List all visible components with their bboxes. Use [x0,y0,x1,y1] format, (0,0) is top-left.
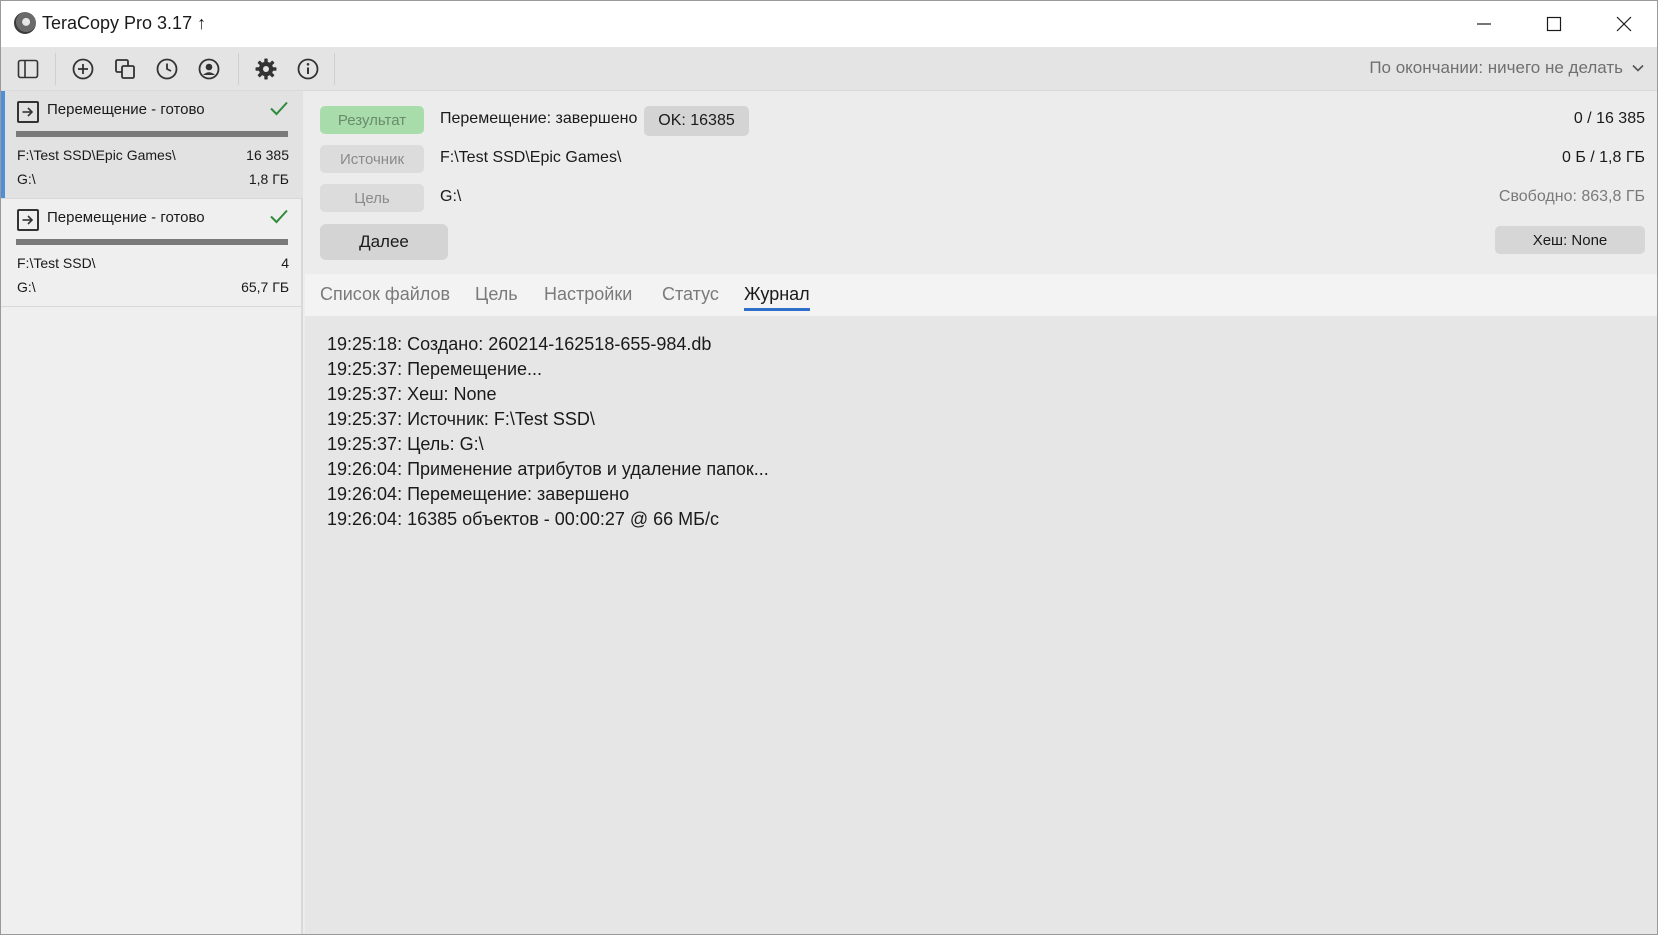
tab-target[interactable]: Цель [475,284,518,308]
job-summary: Результат Перемещение: завершено OK: 163… [305,91,1657,274]
close-button[interactable] [1589,1,1657,47]
target-path[interactable]: G:\ [440,188,461,206]
log-line: 19:25:37: Перемещение... [327,359,543,379]
log-line: 19:25:37: Цель: G:\ [327,434,484,454]
on-finish-label: По окончании: ничего не делать [1369,58,1623,77]
job-source: F:\Test SSD\ [17,255,96,271]
profile-icon [198,58,220,80]
job-target: G:\ [17,279,36,295]
job-source: F:\Test SSD\Epic Games\ [17,147,176,163]
history-icon [156,58,178,80]
toolbar: По окончании: ничего не делать [1,47,1657,91]
job-details: Результат Перемещение: завершено OK: 163… [305,91,1657,934]
source-label: Источник [320,145,424,173]
job-size: 65,7 ГБ [241,279,289,295]
job-file-count: 16 385 [246,147,289,163]
copy-button[interactable] [110,54,140,84]
job-file-count: 4 [281,255,289,271]
history-button[interactable] [152,54,182,84]
toggle-sidebar-button[interactable] [13,54,43,84]
toolbar-separator [238,53,239,85]
window-title: TeraCopy Pro 3.17 ↑ [42,13,207,33]
maximize-icon [1546,16,1562,32]
log-line: 19:26:04: Перемещение: завершено [327,484,630,504]
settings-icon [255,58,277,80]
close-icon [1616,16,1632,32]
maximize-button[interactable] [1519,1,1589,47]
check-icon [270,101,288,116]
toolbar-separator [55,53,56,85]
on-finish-dropdown[interactable]: По окончании: ничего не делать [1369,58,1645,78]
source-path[interactable]: F:\Test SSD\Epic Games\ [440,149,621,167]
tab-log[interactable]: Журнал [744,284,810,311]
tab-file-list[interactable]: Список файлов [320,284,450,308]
log-line: 19:26:04: Применение атрибутов и удалени… [327,459,769,479]
minimize-icon [1477,23,1491,25]
copy-icon [115,59,135,79]
job-size: 1,8 ГБ [248,171,289,187]
job-list: Перемещение - готово F:\Test SSD\Epic Ga… [1,91,303,934]
minimize-button[interactable] [1449,1,1519,47]
ok-count-badge[interactable]: OK: 16385 [644,106,749,136]
job-progress-bar [16,131,288,137]
free-space: Свободно: 863,8 ГБ [1498,188,1645,205]
add-files-button[interactable] [68,54,98,84]
result-text: Перемещение: завершено [440,110,638,127]
job-target: G:\ [17,171,36,187]
move-icon [17,209,39,231]
chevron-down-icon [1632,64,1644,72]
job-item[interactable]: Перемещение - готово F:\Test SSD\ 4 G:\ … [1,199,303,307]
tab-status[interactable]: Статус [662,284,719,308]
job-title: Перемещение - готово [47,209,205,226]
result-label: Результат [320,106,424,134]
log-line: 19:25:18: Создано: 260214-162518-655-984… [327,334,712,354]
title-bar: TeraCopy Pro 3.17 ↑ [1,1,1657,47]
size-progress: 0 Б / 1,8 ГБ [1561,149,1645,166]
toolbar-separator [334,53,335,85]
tab-settings[interactable]: Настройки [544,284,632,308]
check-icon [270,209,288,224]
move-icon [17,101,39,123]
info-icon [297,58,319,80]
job-title: Перемещение - готово [47,101,205,118]
log-panel[interactable]: 19:25:18: Создано: 260214-162518-655-984… [305,316,1657,934]
sidebar-toggle-icon [17,59,39,79]
app-logo-icon [14,12,36,34]
profile-button[interactable] [194,54,224,84]
log-line: 19:25:37: Источник: F:\Test SSD\ [327,409,595,429]
add-icon [72,58,94,80]
details-tabs: Список файлов Цель Настройки Статус Журн… [305,274,1657,316]
next-button[interactable]: Далее [320,224,448,260]
target-label: Цель [320,184,424,212]
log-line: 19:25:37: Хеш: None [327,384,497,404]
hash-button[interactable]: Хеш: None [1495,226,1645,254]
settings-button[interactable] [251,54,281,84]
info-button[interactable] [293,54,323,84]
files-progress: 0 / 16 385 [1573,110,1645,127]
log-line: 19:26:04: 16385 объектов - 00:00:27 @ 66… [327,509,719,529]
teracopy-window: TeraCopy Pro 3.17 ↑ По окончании: ничего… [0,0,1658,935]
job-item[interactable]: Перемещение - готово F:\Test SSD\Epic Ga… [1,91,303,199]
job-progress-bar [16,239,288,245]
